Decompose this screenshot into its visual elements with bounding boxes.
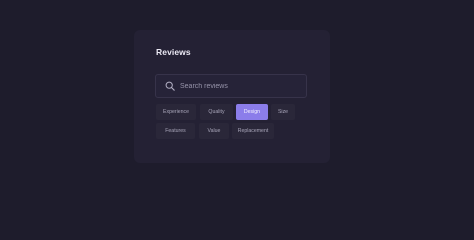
- tag-design[interactable]: Design: [236, 104, 268, 120]
- tag-size[interactable]: Size: [271, 104, 295, 120]
- search-icon: [165, 81, 175, 91]
- tag-features[interactable]: Features: [156, 123, 195, 139]
- search-box[interactable]: [155, 74, 307, 98]
- tag-experience[interactable]: Experience: [156, 104, 196, 120]
- reviews-panel: Reviews Experience Quality Design Size F…: [134, 30, 330, 163]
- search-input[interactable]: [180, 82, 306, 90]
- tag-quality[interactable]: Quality: [200, 104, 233, 120]
- panel-title: Reviews: [156, 47, 191, 57]
- tag-replacement[interactable]: Replacement: [232, 123, 274, 139]
- tag-value[interactable]: Value: [199, 123, 229, 139]
